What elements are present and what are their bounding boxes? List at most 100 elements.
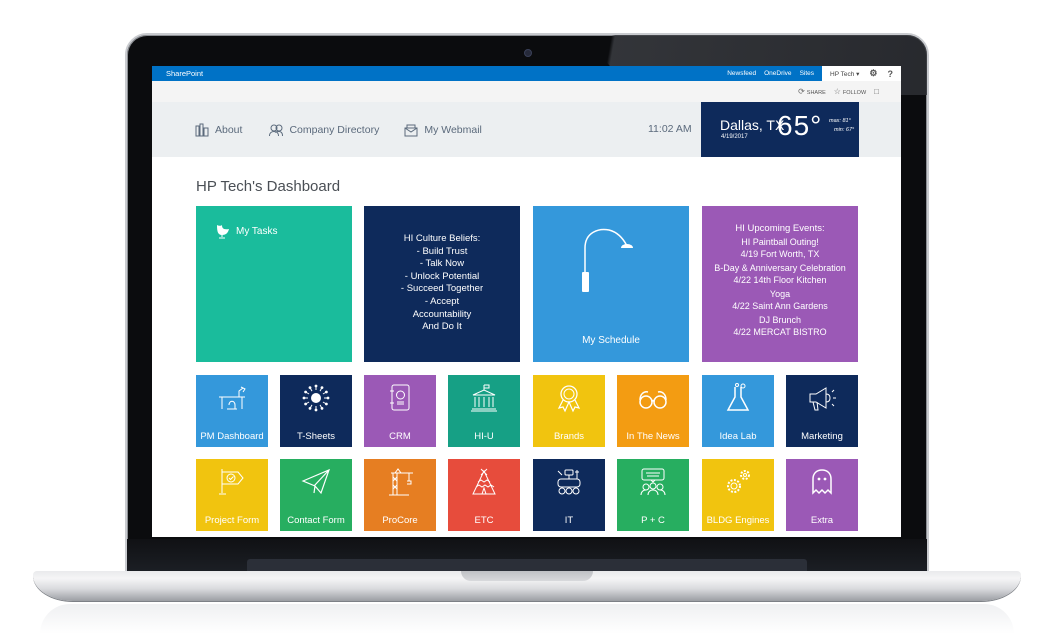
gear-icon[interactable]: ⚙ xyxy=(869,68,877,79)
flag-check-icon xyxy=(219,469,244,495)
my-schedule-label: My Schedule xyxy=(582,335,640,346)
culture-line: - Accept xyxy=(424,295,460,307)
culture-beliefs-text: HI Culture Beliefs: - Build Trust - Talk… xyxy=(364,233,520,334)
culture-line: - Succeed Together xyxy=(400,283,484,295)
culture-line: And Do It xyxy=(422,321,462,333)
top-navigation: About Company Directory My Webmail 11:02… xyxy=(152,102,901,157)
weather-date: 4/19/2017 xyxy=(721,134,748,140)
suite-link-onedrive[interactable]: OneDrive xyxy=(764,70,791,77)
tile-p-c[interactable]: P + C xyxy=(617,459,689,531)
tile-label: Contact Form xyxy=(287,515,345,526)
culture-line: - Talk Now xyxy=(419,258,465,270)
suite-link-newsfeed[interactable]: Newsfeed xyxy=(727,70,756,77)
culture-line: Accountability xyxy=(412,308,472,320)
suite-bar: SharePoint Newsfeed OneDrive Sites HP Te… xyxy=(152,66,901,81)
megaphone-icon xyxy=(809,387,836,411)
event-name: HI Paintball Outing! xyxy=(741,237,819,247)
weather-temp: 65° xyxy=(777,110,823,141)
nav-company-directory[interactable]: Company Directory xyxy=(269,123,379,137)
tile-project-form[interactable]: Project Form xyxy=(196,459,268,531)
suite-link-sites[interactable]: Sites xyxy=(800,70,814,77)
nav-my-webmail-label: My Webmail xyxy=(424,123,482,136)
tile-hi-u[interactable]: HI-U xyxy=(448,375,520,447)
user-menu[interactable]: HP Tech ▾ xyxy=(830,70,859,78)
page-title: HP Tech's Dashboard xyxy=(196,178,341,195)
university-icon xyxy=(471,384,497,412)
tile-idea-lab[interactable]: Idea Lab xyxy=(702,375,774,447)
events-title: HI Upcoming Events: xyxy=(735,223,825,234)
weather-min: min: 67° xyxy=(834,127,855,133)
tile-pm-dashboard[interactable]: PM Dashboard xyxy=(196,375,268,447)
lid-opening-notch xyxy=(461,571,593,581)
tile-label: Project Form xyxy=(204,515,260,526)
tile-label: PM Dashboard xyxy=(200,431,264,442)
event-name: DJ Brunch xyxy=(758,315,802,325)
tile-my-tasks[interactable]: My Tasks xyxy=(196,206,352,362)
star-icon: ☆ xyxy=(833,87,841,96)
sharepoint-brand[interactable]: SharePoint xyxy=(152,69,727,78)
share-label: SHARE xyxy=(806,90,826,96)
tile-label: Marketing xyxy=(801,431,843,442)
weather-max: max: 81° xyxy=(829,118,851,124)
help-icon[interactable]: ? xyxy=(888,69,894,79)
crane-icon xyxy=(389,468,413,496)
event-detail: 4/22 14th Floor Kitchen xyxy=(733,275,827,285)
sharepoint-screen: SharePoint Newsfeed OneDrive Sites HP Te… xyxy=(152,66,901,537)
tile-t-sheets[interactable]: T-Sheets xyxy=(280,375,352,447)
weather-city: Dallas, TX xyxy=(720,117,785,133)
tile-my-schedule[interactable]: My Schedule xyxy=(533,206,689,362)
tile-label: Idea Lab xyxy=(719,431,757,442)
award-ribbon-icon xyxy=(557,385,581,413)
event-detail: 4/22 Saint Ann Gardens xyxy=(732,301,828,311)
rover-icon xyxy=(557,469,581,495)
weather-widget: Dallas, TX 4/19/2017 65° max: 81° min: 6… xyxy=(701,102,859,157)
my-tasks-header: My Tasks xyxy=(216,223,278,239)
tile-etc[interactable]: ETC xyxy=(448,459,520,531)
team-chat-icon xyxy=(640,468,666,496)
tile-label: P + C xyxy=(641,515,665,526)
page-actions-ribbon: ⟳ SHARE ☆ FOLLOW □ xyxy=(152,81,901,102)
events-list: HI Upcoming Events: HI Paintball Outing!… xyxy=(702,223,858,338)
tile-marketing[interactable]: Marketing xyxy=(786,375,858,447)
nav-my-webmail[interactable]: My Webmail xyxy=(404,123,482,137)
teepee-icon xyxy=(472,468,496,495)
follow-button[interactable]: ☆ FOLLOW xyxy=(834,87,866,96)
tile-procore[interactable]: ProCore xyxy=(364,459,436,531)
event-name: Yoga xyxy=(769,289,791,299)
follow-label: FOLLOW xyxy=(842,90,867,96)
focus-mode-icon[interactable]: □ xyxy=(874,87,879,96)
tile-crm[interactable]: CRM xyxy=(364,375,436,447)
floor-reflection xyxy=(40,604,1014,634)
my-tasks-label: My Tasks xyxy=(236,225,278,237)
event-detail: 4/19 Fort Worth, TX xyxy=(740,249,820,259)
tile-culture-beliefs[interactable]: HI Culture Beliefs: - Build Trust - Talk… xyxy=(364,206,520,362)
tile-contact-form[interactable]: Contact Form xyxy=(280,459,352,531)
nav-company-directory-label: Company Directory xyxy=(289,123,380,136)
tile-label: HI-U xyxy=(474,431,494,442)
lid-bezel-bottom xyxy=(127,539,927,573)
culture-line: - Unlock Potential xyxy=(404,270,480,282)
webcam-icon xyxy=(524,49,532,57)
glasses-icon xyxy=(639,391,667,409)
gears-icon xyxy=(727,470,750,493)
tile-it[interactable]: IT xyxy=(533,459,605,531)
tile-upcoming-events[interactable]: HI Upcoming Events: HI Paintball Outing!… xyxy=(702,206,858,362)
tile-label: T-Sheets xyxy=(296,431,336,442)
tile-in-the-news[interactable]: In The News xyxy=(617,375,689,447)
tile-label: In The News xyxy=(626,431,680,442)
mail-icon xyxy=(404,124,418,136)
share-button[interactable]: ⟳ SHARE xyxy=(798,87,826,96)
ghost-icon xyxy=(812,469,832,495)
buildings-icon xyxy=(195,123,209,136)
tile-extra[interactable]: Extra xyxy=(786,459,858,531)
tile-bldg-engines[interactable]: BLDG Engines xyxy=(702,459,774,531)
address-book-icon xyxy=(390,384,410,411)
tile-brands[interactable]: Brands xyxy=(533,375,605,447)
share-icon: ⟳ xyxy=(798,87,805,96)
nav-about[interactable]: About xyxy=(195,123,242,137)
culture-line: - Build Trust xyxy=(416,245,468,257)
event-detail: 4/22 MERCAT BISTRO xyxy=(733,327,827,337)
tile-label: CRM xyxy=(389,431,411,442)
tile-label: Brands xyxy=(553,431,585,442)
people-icon xyxy=(269,124,284,136)
